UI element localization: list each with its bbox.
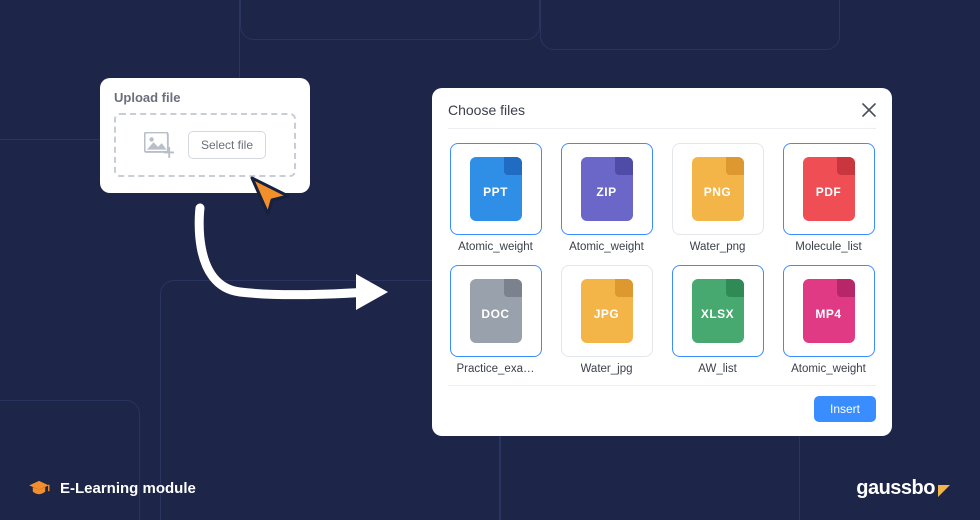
file-type-icon: DOC	[470, 279, 522, 343]
file-name-label: Atomic_weight	[791, 363, 866, 375]
file-tile[interactable]: JPG	[561, 265, 653, 357]
file-type-label: ZIP	[581, 185, 633, 199]
image-add-icon	[144, 132, 174, 158]
file-type-icon: PNG	[692, 157, 744, 221]
file-name-label: Water_png	[690, 241, 746, 253]
file-fold-icon	[615, 279, 633, 297]
file-tile[interactable]: MP4	[783, 265, 875, 357]
file-grid: PPT Atomic_weight ZIP Atomic_weight PNG Water…	[448, 129, 876, 385]
file-type-label: DOC	[470, 307, 522, 321]
file-type-label: PNG	[692, 185, 744, 199]
file-fold-icon	[504, 279, 522, 297]
file-type-icon: JPG	[581, 279, 633, 343]
file-cell: JPG Water_jpg	[559, 265, 654, 375]
dialog-header: Choose files	[448, 102, 876, 129]
file-fold-icon	[726, 279, 744, 297]
file-type-label: JPG	[581, 307, 633, 321]
file-name-label: AW_list	[698, 363, 737, 375]
file-name-label: Atomic_weight	[458, 241, 533, 253]
file-fold-icon	[726, 157, 744, 175]
file-fold-icon	[504, 157, 522, 175]
close-icon[interactable]	[862, 103, 876, 117]
file-cell: PNG Water_png	[670, 143, 765, 253]
file-type-icon: PDF	[803, 157, 855, 221]
brand-accent-icon	[938, 485, 950, 497]
cursor-icon	[248, 174, 292, 218]
file-fold-icon	[837, 279, 855, 297]
file-cell: XLSX AW_list	[670, 265, 765, 375]
dialog-title: Choose files	[448, 102, 525, 118]
file-type-label: PPT	[470, 185, 522, 199]
flow-arrow-icon	[170, 200, 410, 330]
bg-tile	[240, 0, 540, 40]
brand-text-pre: gaussbo	[856, 477, 935, 500]
file-name-label: Atomic_weight	[569, 241, 644, 253]
insert-button[interactable]: Insert	[814, 396, 876, 422]
brand-logo: gaussbo	[856, 477, 952, 500]
graduation-cap-icon	[28, 480, 50, 496]
file-name-label: Water_jpg	[581, 363, 633, 375]
upload-dropzone[interactable]: Select file	[114, 113, 296, 177]
module-badge: E-Learning module	[28, 480, 196, 497]
file-type-label: XLSX	[692, 307, 744, 321]
file-cell: PPT Atomic_weight	[448, 143, 543, 253]
select-file-button[interactable]: Select file	[188, 131, 266, 159]
file-tile[interactable]: PNG	[672, 143, 764, 235]
file-type-icon: ZIP	[581, 157, 633, 221]
file-tile[interactable]: ZIP	[561, 143, 653, 235]
file-type-label: PDF	[803, 185, 855, 199]
file-type-icon: XLSX	[692, 279, 744, 343]
file-name-label: Practice_exa…	[457, 363, 535, 375]
file-cell: DOC Practice_exa…	[448, 265, 543, 375]
file-tile[interactable]: PDF	[783, 143, 875, 235]
dialog-footer: Insert	[448, 385, 876, 422]
file-name-label: Molecule_list	[795, 241, 861, 253]
upload-title: Upload file	[114, 90, 296, 105]
file-tile[interactable]: PPT	[450, 143, 542, 235]
file-fold-icon	[837, 157, 855, 175]
file-tile[interactable]: DOC	[450, 265, 542, 357]
file-type-icon: PPT	[470, 157, 522, 221]
page-footer: E-Learning module gaussbo	[0, 456, 980, 520]
module-label: E-Learning module	[60, 480, 196, 497]
file-tile[interactable]: XLSX	[672, 265, 764, 357]
file-cell: MP4 Atomic_weight	[781, 265, 876, 375]
bg-tile	[540, 0, 840, 50]
file-cell: ZIP Atomic_weight	[559, 143, 654, 253]
file-fold-icon	[615, 157, 633, 175]
choose-files-dialog: Choose files PPT Atomic_weight ZIP Atomic_w…	[432, 88, 892, 436]
file-type-label: MP4	[803, 307, 855, 321]
file-type-icon: MP4	[803, 279, 855, 343]
file-cell: PDF Molecule_list	[781, 143, 876, 253]
